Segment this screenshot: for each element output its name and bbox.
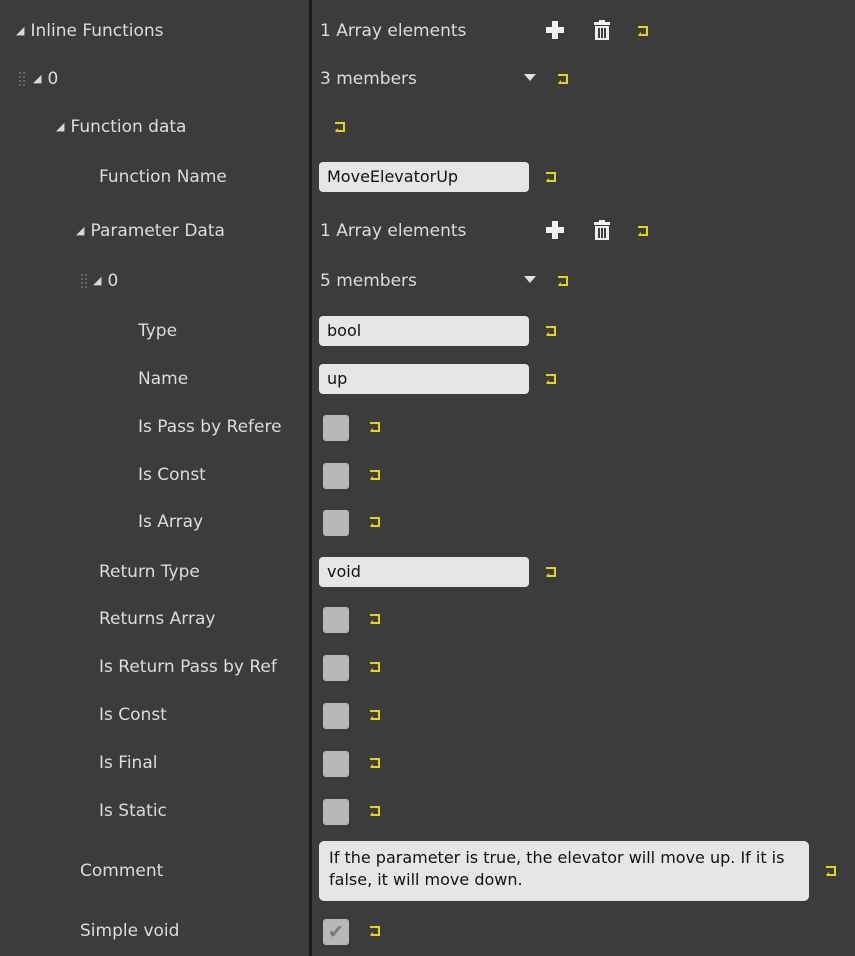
trash-icon[interactable] bbox=[590, 218, 614, 242]
simple-void-label: Simple void bbox=[80, 921, 180, 941]
function-name-row: Function Name MoveElevatorUp bbox=[0, 154, 855, 200]
returns-array-row: Returns Array bbox=[0, 596, 855, 642]
array-count: 1 Array elements bbox=[320, 21, 467, 41]
function-name-field[interactable]: MoveElevatorUp bbox=[319, 162, 529, 192]
param-is-const-row: Is Const bbox=[0, 452, 855, 498]
chevron-down-icon[interactable] bbox=[523, 274, 537, 284]
triangle-expanded-icon[interactable]: ◢ bbox=[33, 56, 41, 102]
reset-to-default-icon[interactable] bbox=[334, 122, 346, 132]
drag-handle-icon[interactable] bbox=[80, 273, 88, 289]
returns-array-checkbox[interactable] bbox=[323, 607, 349, 633]
is-static-checkbox[interactable] bbox=[323, 799, 349, 825]
array-item-label[interactable]: ◢ 0 bbox=[33, 56, 58, 102]
reset-to-default-icon[interactable] bbox=[557, 276, 569, 286]
reset-to-default-icon[interactable] bbox=[369, 926, 381, 936]
comment-field[interactable]: If the parameter is true, the elevator w… bbox=[319, 841, 809, 901]
drag-handle-icon[interactable] bbox=[18, 71, 26, 87]
reset-to-default-icon[interactable] bbox=[557, 74, 569, 84]
is-return-pass-by-ref-checkbox[interactable] bbox=[323, 655, 349, 681]
reset-to-default-icon[interactable] bbox=[369, 710, 381, 720]
reset-to-default-icon[interactable] bbox=[369, 470, 381, 480]
is-static-row: Is Static bbox=[0, 788, 855, 834]
return-type-field[interactable]: void bbox=[319, 557, 529, 587]
triangle-expanded-icon[interactable]: ◢ bbox=[76, 208, 84, 254]
return-type-label: Return Type bbox=[99, 562, 200, 582]
reset-to-default-icon[interactable] bbox=[369, 662, 381, 672]
simple-void-row: Simple void bbox=[0, 908, 855, 954]
is-const-checkbox[interactable] bbox=[323, 703, 349, 729]
member-count: 3 members bbox=[320, 69, 417, 89]
parameter-data-row: ◢ Parameter Data 1 Array elements bbox=[0, 208, 855, 254]
parameter-data-label[interactable]: ◢ Parameter Data bbox=[76, 208, 225, 254]
parameter-array-count: 1 Array elements bbox=[320, 221, 467, 241]
is-array-label: Is Array bbox=[138, 512, 204, 532]
is-array-checkbox[interactable] bbox=[323, 510, 349, 536]
trash-icon[interactable] bbox=[590, 18, 614, 42]
param-is-const-label: Is Const bbox=[138, 465, 206, 485]
reset-to-default-icon[interactable] bbox=[637, 26, 649, 36]
is-array-row: Is Array bbox=[0, 499, 855, 545]
type-row: Type bool bbox=[0, 308, 855, 354]
parameter-item-label[interactable]: ◢ 0 bbox=[93, 258, 118, 304]
parameter-member-count: 5 members bbox=[320, 271, 417, 291]
array-item-row: ◢ 0 3 members bbox=[0, 56, 855, 102]
plus-icon[interactable] bbox=[543, 18, 567, 42]
triangle-expanded-icon[interactable]: ◢ bbox=[16, 8, 24, 54]
is-const-row: Is Const bbox=[0, 692, 855, 738]
type-field[interactable]: bool bbox=[319, 316, 529, 346]
reset-to-default-icon[interactable] bbox=[369, 422, 381, 432]
is-final-checkbox[interactable] bbox=[323, 751, 349, 777]
type-label: Type bbox=[138, 321, 178, 341]
reset-to-default-icon[interactable] bbox=[545, 374, 557, 384]
parameter-item-row: ◢ 0 5 members bbox=[0, 258, 855, 304]
function-data-label[interactable]: ◢ Function data bbox=[56, 104, 186, 150]
is-final-label: Is Final bbox=[99, 753, 158, 773]
details-panel: ◢ Inline Functions 1 Array elements ◢ 0 3 … bbox=[0, 0, 855, 956]
is-pass-by-ref-checkbox[interactable] bbox=[323, 415, 349, 441]
returns-array-label: Returns Array bbox=[99, 609, 216, 629]
simple-void-checkbox[interactable] bbox=[323, 918, 349, 946]
inline-functions-label[interactable]: ◢ Inline Functions bbox=[16, 8, 164, 54]
is-return-pass-by-ref-row: Is Return Pass by Ref bbox=[0, 644, 855, 690]
name-field[interactable]: up bbox=[319, 364, 529, 394]
reset-to-default-icon[interactable] bbox=[545, 567, 557, 577]
inline-functions-row: ◢ Inline Functions 1 Array elements bbox=[0, 8, 855, 54]
reset-to-default-icon[interactable] bbox=[637, 226, 649, 236]
reset-to-default-icon[interactable] bbox=[545, 326, 557, 336]
comment-label: Comment bbox=[80, 861, 164, 881]
reset-to-default-icon[interactable] bbox=[545, 172, 557, 182]
param-is-const-checkbox[interactable] bbox=[323, 463, 349, 489]
reset-to-default-icon[interactable] bbox=[369, 758, 381, 768]
is-static-label: Is Static bbox=[99, 801, 167, 821]
reset-to-default-icon[interactable] bbox=[825, 866, 837, 876]
function-name-label: Function Name bbox=[99, 167, 227, 187]
is-pass-by-ref-label: Is Pass by Refere bbox=[138, 417, 282, 437]
plus-icon[interactable] bbox=[543, 218, 567, 242]
return-type-row: Return Type void bbox=[0, 549, 855, 595]
reset-to-default-icon[interactable] bbox=[369, 614, 381, 624]
is-return-pass-by-ref-label: Is Return Pass by Ref bbox=[99, 657, 277, 677]
name-label: Name bbox=[138, 369, 189, 389]
is-final-row: Is Final bbox=[0, 740, 855, 786]
triangle-expanded-icon[interactable]: ◢ bbox=[56, 104, 64, 150]
reset-to-default-icon[interactable] bbox=[369, 517, 381, 527]
triangle-expanded-icon[interactable]: ◢ bbox=[93, 258, 101, 304]
function-data-row: ◢ Function data bbox=[0, 104, 855, 150]
name-row: Name up bbox=[0, 356, 855, 402]
is-pass-by-ref-row: Is Pass by Refere bbox=[0, 404, 855, 450]
reset-to-default-icon[interactable] bbox=[369, 806, 381, 816]
chevron-down-icon[interactable] bbox=[523, 72, 537, 82]
is-const-label: Is Const bbox=[99, 705, 167, 725]
